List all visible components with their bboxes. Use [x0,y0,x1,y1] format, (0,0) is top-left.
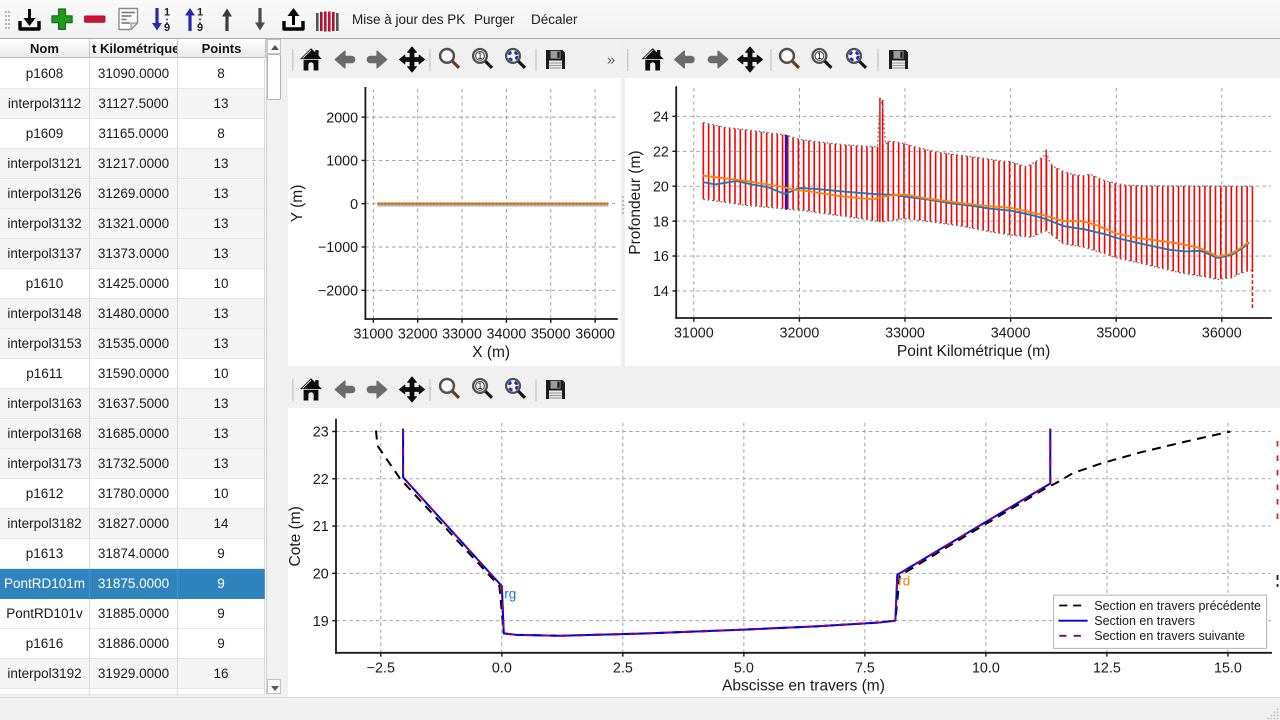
svg-text:19: 19 [313,614,329,630]
svg-text:»: » [607,52,615,69]
svg-text:34000: 34000 [991,326,1031,342]
svg-text:1: 1 [164,7,170,19]
svg-text:0: 0 [350,197,358,213]
svg-text:34000: 34000 [487,327,527,343]
svg-text:1: 1 [197,7,203,19]
svg-text:Y (m): Y (m) [289,185,306,223]
svg-text:rd: rd [898,574,910,589]
svg-text:X (m): X (m) [472,344,510,361]
svg-text:14: 14 [653,284,669,300]
svg-text:33000: 33000 [442,327,482,343]
svg-text:22: 22 [653,144,669,160]
svg-text:31000: 31000 [674,326,714,342]
svg-text:Cote (m): Cote (m) [288,506,304,566]
svg-text:1: 1 [817,51,822,61]
svg-text:Section en travers précédente: Section en travers précédente [1094,599,1261,613]
svg-text:21: 21 [313,519,329,535]
svg-text:Section en travers suivante: Section en travers suivante [1094,629,1245,643]
svg-text:rg: rg [504,586,516,601]
svg-text:23: 23 [313,425,329,441]
svg-text:22: 22 [313,472,329,488]
svg-text:0.0: 0.0 [492,660,512,676]
svg-text:2.5: 2.5 [613,660,633,676]
svg-text:24: 24 [653,110,669,126]
svg-text:9: 9 [197,22,203,34]
svg-text:20: 20 [653,179,669,195]
svg-text:9: 9 [164,22,170,34]
svg-text:10.0: 10.0 [972,660,1000,676]
svg-text:16: 16 [653,249,669,265]
svg-text:35000: 35000 [1096,326,1136,342]
svg-text:32000: 32000 [398,327,438,343]
svg-text:−2.5: −2.5 [367,660,395,676]
svg-text:Profondeur (m): Profondeur (m) [627,150,644,254]
svg-text:1: 1 [478,381,483,391]
svg-text:Section en travers: Section en travers [1094,614,1195,628]
svg-text:1000: 1000 [326,154,358,170]
svg-text:2000: 2000 [326,110,358,126]
svg-text:1: 1 [478,51,483,61]
svg-text:−2000: −2000 [318,283,358,299]
svg-text:33000: 33000 [885,326,925,342]
svg-text:35000: 35000 [531,327,571,343]
svg-text:36000: 36000 [575,327,615,343]
svg-text:5.0: 5.0 [734,660,754,676]
svg-text:32000: 32000 [780,326,820,342]
svg-text:15.0: 15.0 [1214,660,1242,676]
svg-text:20: 20 [313,567,329,583]
svg-text:Abscisse en travers (m): Abscisse en travers (m) [722,678,885,695]
svg-text:31000: 31000 [353,327,393,343]
svg-text:Point Kilométrique (m): Point Kilométrique (m) [897,343,1050,360]
svg-text:7.5: 7.5 [855,660,875,676]
svg-text:−1000: −1000 [318,240,358,256]
svg-text:36000: 36000 [1202,326,1242,342]
svg-text:12.5: 12.5 [1093,660,1121,676]
svg-text:18: 18 [653,214,669,230]
